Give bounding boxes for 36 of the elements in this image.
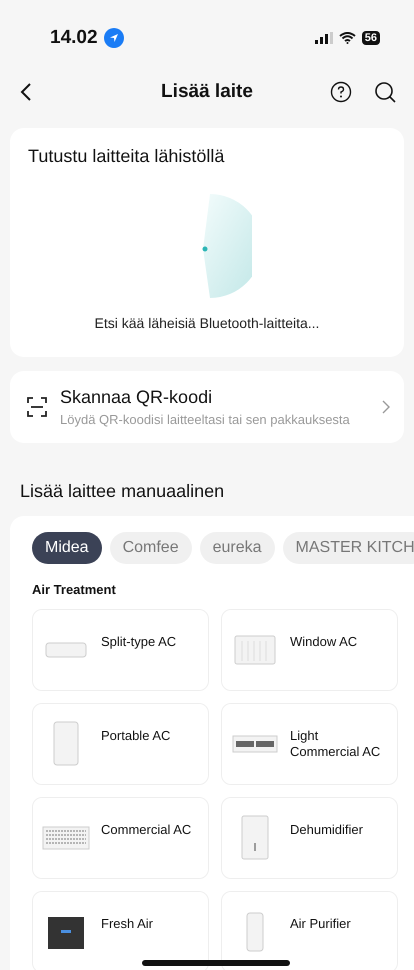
scan-qr-card[interactable]: Skannaa QR-koodi Löydä QR-koodisi laitteeltasi tai sen pakkauksesta xyxy=(10,371,404,443)
grille-vent-drawing xyxy=(42,826,90,850)
device-tile[interactable]: Commercial AC xyxy=(32,797,209,879)
device-tile[interactable]: Portable AC xyxy=(32,703,209,785)
device-tile[interactable]: Window AC xyxy=(221,609,398,691)
device-tile[interactable]: Light Commercial AC xyxy=(221,703,398,785)
wifi-icon xyxy=(338,32,356,44)
nearby-title: Tutustu laitteita lähistöllä xyxy=(28,146,224,167)
bluetooth-scan-status: Etsi kää läheisiä Bluetooth-laitteita... xyxy=(94,315,320,331)
scan-icon xyxy=(26,396,48,418)
device-tile[interactable]: Fresh Air xyxy=(32,891,209,970)
help-button[interactable] xyxy=(328,79,354,105)
battery-level: 56 xyxy=(362,31,380,45)
brand-tab[interactable]: Comfee xyxy=(110,532,192,564)
window-ac-drawing xyxy=(234,635,276,665)
split-ac-drawing xyxy=(45,642,87,658)
page-title: Lisää laite xyxy=(161,81,253,103)
device-tile[interactable]: Split-type AC xyxy=(32,609,209,691)
cassette-ac-drawing xyxy=(232,735,278,753)
dehumidifier-drawing xyxy=(241,815,269,861)
status-time: 14.02 xyxy=(50,27,98,49)
chevron-right-icon xyxy=(382,400,390,414)
qr-subtitle: Löydä QR-koodisi laitteeltasi tai sen pakkauksesta xyxy=(60,412,351,427)
search-button[interactable] xyxy=(372,79,398,105)
device-tile[interactable]: Air Purifier xyxy=(221,891,398,970)
air-purifier-drawing xyxy=(246,912,264,952)
device-tile[interactable]: Dehumidifier xyxy=(221,797,398,879)
manual-heading: Lisää laittee manuaalinen xyxy=(20,481,226,502)
portable-ac-drawing xyxy=(53,721,79,767)
signal-icon xyxy=(314,32,333,44)
location-icon xyxy=(104,28,124,48)
brand-tab[interactable]: eureka xyxy=(200,532,275,564)
brand-tab[interactable]: MASTER KITCH xyxy=(282,532,414,564)
category-title: Air Treatment xyxy=(32,582,117,597)
qr-title: Skannaa QR-koodi xyxy=(60,387,214,408)
brand-tab[interactable]: Midea xyxy=(32,532,102,564)
